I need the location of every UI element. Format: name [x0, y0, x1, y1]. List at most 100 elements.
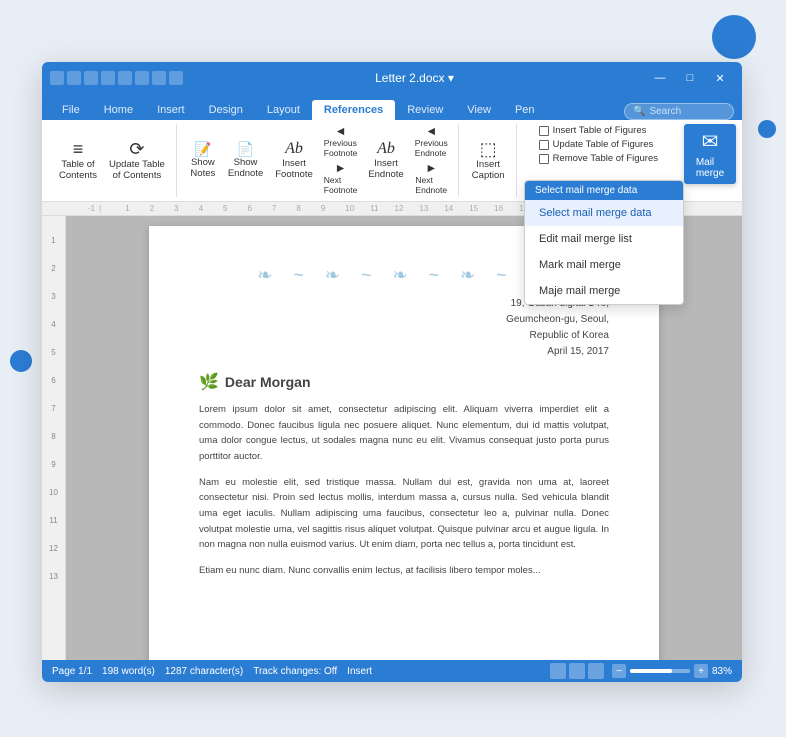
zoom-in-button[interactable]: + — [694, 664, 708, 678]
next-endnote-button[interactable]: ▶ NextEndnote — [411, 161, 452, 197]
remove-table-figures-button[interactable]: Remove Table of Figures — [535, 152, 662, 165]
view-icons — [550, 663, 604, 679]
update-toc-icon: ⟳ — [129, 140, 144, 158]
mail-merge-button[interactable]: ✉ Mailmerge — [684, 124, 736, 184]
zoom-control: − + 83% — [612, 664, 732, 678]
zoom-slider[interactable] — [630, 669, 690, 673]
greeting-text: Dear Morgan — [225, 374, 311, 390]
status-mode: Insert — [347, 666, 372, 677]
restore-button[interactable]: □ — [676, 68, 704, 88]
view-icon-1[interactable] — [550, 663, 566, 679]
tab-review[interactable]: Review — [395, 100, 455, 120]
open-icon[interactable] — [118, 71, 132, 85]
dropdown-arrow — [524, 206, 525, 220]
update-table-figures-button[interactable]: Update Table of Figures — [535, 138, 662, 151]
tab-insert[interactable]: Insert — [145, 100, 197, 120]
captions-group: ⬚ InsertCaption Insert Table of Figures … — [461, 124, 517, 197]
format-icon[interactable] — [152, 71, 166, 85]
search-placeholder: Search — [649, 106, 681, 117]
undo-icon[interactable] — [67, 71, 81, 85]
table-of-contents-button[interactable]: ≡ Table ofContents — [54, 137, 102, 184]
tab-file[interactable]: File — [50, 100, 92, 120]
remove-table-checkbox — [539, 154, 549, 164]
dropdown-item-mark[interactable]: Mark mail merge — [525, 252, 683, 278]
show-notes-button[interactable]: 📝 ShowNotes — [185, 139, 221, 182]
app-window: Letter 2.docx ▾ — □ ✕ File Home Insert D… — [42, 62, 742, 682]
show-notes-icon: 📝 — [194, 142, 211, 156]
pen-icon[interactable] — [169, 71, 183, 85]
save-icon[interactable] — [50, 71, 64, 85]
search-icon: 🔍 — [633, 106, 645, 117]
minimize-button[interactable]: — — [646, 68, 674, 88]
update-toc-button[interactable]: ⟳ Update Tableof Contents — [104, 137, 170, 184]
toolbar: ≡ Table ofContents ⟳ Update Tableof Cont… — [42, 120, 742, 202]
body-paragraph-3: Etiam eu nunc diam. Nunc convallis enim … — [199, 563, 609, 579]
decorative-circle-top — [712, 15, 756, 59]
status-chars: 1287 character(s) — [165, 666, 243, 677]
insert-footnote-button[interactable]: Ab InsertFootnote — [270, 138, 318, 183]
tab-home[interactable]: Home — [92, 100, 145, 120]
tab-view[interactable]: View — [455, 100, 503, 120]
vertical-ruler: 1 2 3 4 5 6 7 8 9 10 11 12 13 — [42, 216, 66, 660]
mail-merge-dropdown: Select mail merge data Select mail merge… — [524, 180, 684, 305]
insert-endnote-icon: Ab — [377, 141, 395, 157]
close-button[interactable]: ✕ — [706, 68, 734, 88]
insert-table-area: Insert Table of Figures Update Table of … — [535, 124, 662, 165]
mail-merge-label: Mailmerge — [696, 157, 724, 179]
mail-merge-icon: ✉ — [702, 129, 719, 154]
new-icon[interactable] — [101, 71, 115, 85]
zoom-level: 83% — [712, 666, 732, 677]
insert-endnote-button[interactable]: Ab InsertEndnote — [363, 138, 408, 183]
previous-endnote-button[interactable]: ◀ PreviousEndnote — [411, 124, 452, 160]
prev-endnote-icon: ◀ — [428, 126, 435, 137]
dropdown-item-maje[interactable]: Maje mail merge — [525, 278, 683, 304]
window-title: Letter 2.docx ▾ — [183, 71, 646, 85]
insert-caption-button[interactable]: ⬚ InsertCaption — [467, 137, 510, 184]
title-bar: Letter 2.docx ▾ — □ ✕ — [42, 62, 742, 94]
tab-references[interactable]: References — [312, 100, 395, 120]
dropdown-title: Select mail merge data — [525, 181, 683, 200]
toc-group: ≡ Table ofContents ⟳ Update Tableof Cont… — [48, 124, 177, 197]
previous-footnote-button[interactable]: ◀ PreviousFootnote — [320, 124, 362, 160]
status-bar: Page 1/1 198 word(s) 1287 character(s) T… — [42, 660, 742, 682]
letter-address: 19, Gasan digital 1-ro, Geumcheon-gu, Se… — [199, 296, 609, 360]
ribbon-search: 🔍 Search — [624, 103, 734, 120]
next-footnote-button[interactable]: ▶ NextFootnote — [320, 161, 362, 197]
tab-layout[interactable]: Layout — [255, 100, 312, 120]
dropdown-item-select[interactable]: Select mail merge data — [525, 200, 683, 226]
insert-table-figures-button[interactable]: Insert Table of Figures — [535, 124, 662, 137]
next-endnote-icon: ▶ — [428, 163, 435, 174]
address-line3: Republic of Korea — [199, 328, 609, 344]
letter-greeting: 🌿 Dear Morgan — [199, 372, 609, 392]
window-controls: — □ ✕ — [646, 68, 734, 88]
address-line2: Geumcheon-gu, Seoul, — [199, 312, 609, 328]
decorative-circle-left — [10, 350, 32, 372]
show-endnote-button[interactable]: 📄 ShowEndnote — [223, 139, 268, 182]
address-line4: April 15, 2017 — [199, 344, 609, 360]
tab-design[interactable]: Design — [197, 100, 255, 120]
dropdown-item-edit[interactable]: Edit mail merge list — [525, 226, 683, 252]
footnotes-group: 📝 ShowNotes 📄 ShowEndnote Ab InsertFootn… — [179, 124, 459, 197]
status-page: Page 1/1 — [52, 666, 92, 677]
letter-body: Lorem ipsum dolor sit amet, consectetur … — [199, 402, 609, 579]
letter-flower-icon: 🌿 — [199, 372, 219, 392]
show-endnote-icon: 📄 — [237, 142, 254, 156]
toc-icon: ≡ — [73, 140, 84, 158]
zoom-out-button[interactable]: − — [612, 664, 626, 678]
status-track-changes: Track changes: Off — [253, 666, 337, 677]
zoom-slider-fill — [630, 669, 672, 673]
insert-table-checkbox — [539, 126, 549, 136]
insert-footnote-icon: Ab — [285, 141, 303, 157]
search-box[interactable]: 🔍 Search — [624, 103, 734, 120]
redo-icon[interactable] — [84, 71, 98, 85]
tab-pen[interactable]: Pen — [503, 100, 547, 120]
view-icon-2[interactable] — [569, 663, 585, 679]
decorative-circle-right — [758, 120, 776, 138]
ribbon-tabs: File Home Insert Design Layout Reference… — [42, 94, 742, 120]
print-icon[interactable] — [135, 71, 149, 85]
update-table-checkbox — [539, 140, 549, 150]
body-paragraph-2: Nam eu molestie elit, sed tristique mass… — [199, 475, 609, 553]
status-words: 198 word(s) — [102, 666, 155, 677]
view-icon-3[interactable] — [588, 663, 604, 679]
quick-access-toolbar — [50, 71, 183, 85]
